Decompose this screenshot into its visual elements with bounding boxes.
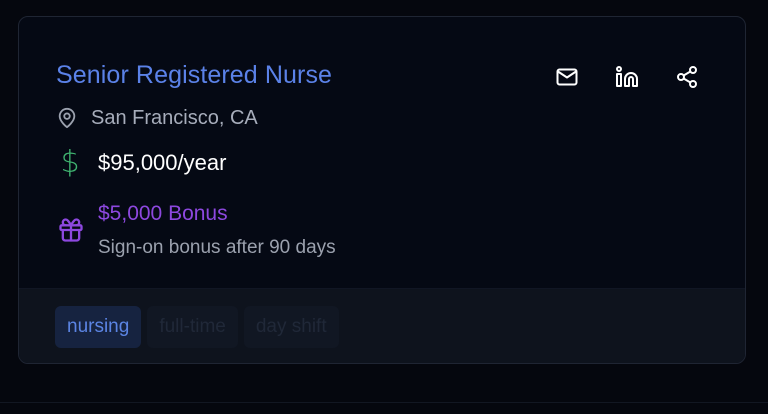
job-salary: $95,000/year [98, 150, 227, 175]
share-icon [677, 66, 697, 88]
tag-day-shift[interactable]: day shift [243, 306, 339, 348]
bonus-description: Sign-on bonus after 90 days [98, 237, 336, 258]
salary-row: $ $95,000/year [56, 148, 226, 178]
dollar-icon: $ [60, 145, 80, 180]
job-location: San Francisco, CA [91, 106, 258, 129]
card-actions [555, 65, 699, 89]
email-button[interactable] [555, 65, 579, 89]
share-button[interactable] [675, 65, 699, 89]
page-divider [0, 402, 768, 403]
mail-icon [556, 68, 578, 86]
job-title[interactable]: Senior Registered Nurse [56, 59, 332, 91]
linkedin-button[interactable] [615, 65, 639, 89]
location-row: San Francisco, CA [56, 106, 258, 130]
tag-nursing[interactable]: nursing [55, 306, 142, 348]
gift-icon [59, 218, 83, 242]
map-pin-icon [58, 107, 76, 129]
linkedin-icon [616, 66, 638, 87]
bonus-title: $5,000 Bonus [98, 202, 228, 225]
tag-list: nursing full-time day shift [55, 306, 339, 348]
job-card: Senior Registered Nurse San Francisco, C… [18, 16, 746, 364]
card-footer: nursing full-time day shift [19, 288, 745, 363]
tag-full-time[interactable]: full-time [147, 306, 238, 348]
